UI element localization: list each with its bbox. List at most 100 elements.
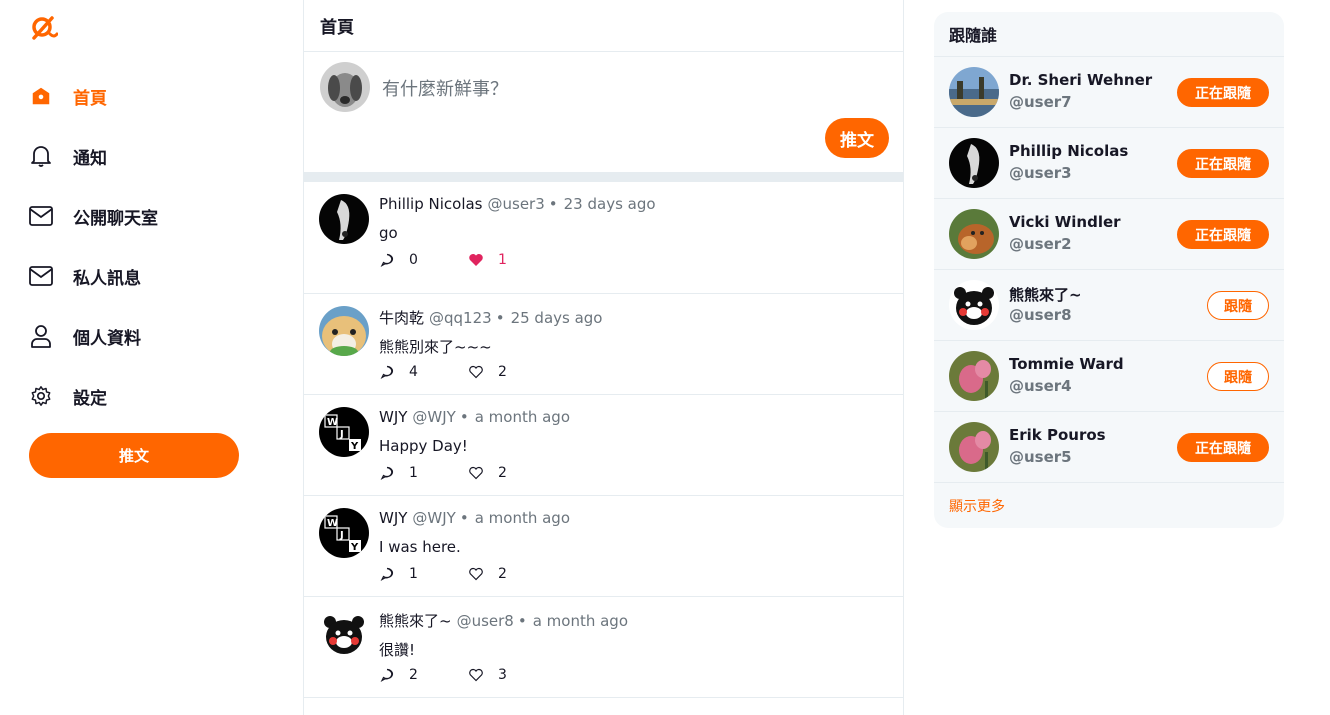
- separator-dot: •: [495, 309, 505, 327]
- tweet-timestamp: 23 days ago: [563, 195, 656, 213]
- tweet-timestamp: a month ago: [474, 408, 571, 426]
- reply-button[interactable]: 2: [379, 667, 468, 683]
- follow-user-name[interactable]: Erik Pouros: [1009, 426, 1106, 444]
- avatar[interactable]: [949, 422, 999, 472]
- nav-private-messages[interactable]: 私人訊息: [29, 261, 141, 291]
- tweet-author-handle[interactable]: @WJY: [412, 509, 455, 527]
- tweet-item[interactable]: WJY WJY @WJY • a month ago Happy Day! 1 …: [304, 395, 903, 496]
- tweet-meta: 熊熊來了~ @user8 • a month ago: [379, 610, 628, 631]
- separator-dot: •: [459, 509, 469, 527]
- tweet-button[interactable]: 推文: [29, 433, 239, 478]
- avatar[interactable]: WJY: [319, 407, 369, 457]
- reply-button[interactable]: 1: [379, 566, 468, 582]
- like-button[interactable]: 1: [468, 252, 507, 268]
- avatar[interactable]: [949, 138, 999, 188]
- follow-user-name[interactable]: Vicki Windler: [1009, 213, 1121, 231]
- avatar[interactable]: WJY: [319, 508, 369, 558]
- section-divider: [304, 172, 903, 182]
- reply-button[interactable]: 0: [379, 252, 468, 268]
- follow-user-handle[interactable]: @user7: [1009, 93, 1072, 111]
- tweet-actions: 1 2: [379, 465, 507, 481]
- avatar[interactable]: [949, 67, 999, 117]
- reply-count: 0: [409, 252, 418, 268]
- tweet-author-name[interactable]: WJY: [379, 408, 407, 426]
- reply-button[interactable]: 4: [379, 364, 468, 380]
- user-icon: [29, 324, 53, 348]
- tweet-author-name[interactable]: 熊熊來了~: [379, 610, 452, 631]
- tweet-author-handle[interactable]: @user8: [457, 612, 514, 630]
- follow-user-handle[interactable]: @user2: [1009, 235, 1072, 253]
- reply-icon: [379, 465, 395, 481]
- alpha-logo-icon[interactable]: [30, 12, 59, 40]
- follow-user-name[interactable]: Phillip Nicolas: [1009, 142, 1128, 160]
- avatar[interactable]: [319, 306, 369, 356]
- following-button[interactable]: 正在跟隨: [1177, 78, 1269, 107]
- tweet-meta: WJY @WJY • a month ago: [379, 509, 570, 527]
- avatar[interactable]: [319, 194, 369, 244]
- tweet-meta: Phillip Nicolas @user3 • 23 days ago: [379, 195, 656, 213]
- follow-suggestion[interactable]: Vicki Windler @user2 正在跟隨: [934, 199, 1284, 270]
- tweet-item[interactable]: 牛肉乾 @qq123 • 25 days ago 熊熊別來了~~~ 4 2: [304, 294, 903, 395]
- show-more-link[interactable]: 顯示更多: [949, 496, 1005, 516]
- follow-suggestion[interactable]: Tommie Ward @user4 跟隨: [934, 341, 1284, 412]
- follow-button[interactable]: 跟隨: [1207, 291, 1269, 320]
- follow-suggestion[interactable]: 熊熊來了~ @user8 跟隨: [934, 270, 1284, 341]
- avatar[interactable]: [949, 351, 999, 401]
- nav-public-chat[interactable]: 公開聊天室: [29, 201, 158, 231]
- follow-user-handle[interactable]: @user5: [1009, 448, 1072, 466]
- tweet-item[interactable]: 熊熊來了~ @user8 • a month ago 很讚! 2 3: [304, 597, 903, 698]
- avatar[interactable]: [949, 209, 999, 259]
- tweet-author-handle[interactable]: @qq123: [429, 309, 492, 327]
- reply-button[interactable]: 1: [379, 465, 468, 481]
- tweet-author-name[interactable]: WJY: [379, 509, 407, 527]
- follow-suggestion[interactable]: Dr. Sheri Wehner @user7 正在跟隨: [934, 57, 1284, 128]
- nav-profile[interactable]: 個人資料: [29, 321, 141, 351]
- like-count: 3: [498, 667, 507, 683]
- avatar[interactable]: [319, 609, 369, 659]
- nav-notifications[interactable]: 通知: [29, 141, 107, 171]
- following-button[interactable]: 正在跟隨: [1177, 149, 1269, 178]
- follow-user-name[interactable]: 熊熊來了~: [1009, 284, 1082, 305]
- tweet-item[interactable]: Phillip Nicolas @user3 • 23 days ago go …: [304, 182, 903, 294]
- follow-suggestion[interactable]: Phillip Nicolas @user3 正在跟隨: [934, 128, 1284, 199]
- tweet-text: I was here.: [379, 538, 461, 556]
- tweet-timestamp: a month ago: [474, 509, 571, 527]
- avatar[interactable]: [949, 280, 999, 330]
- like-button[interactable]: 2: [468, 566, 507, 582]
- tweet-actions: 0 1: [379, 252, 507, 268]
- svg-text:Y: Y: [350, 542, 359, 553]
- nav-label: 設定: [73, 388, 107, 409]
- like-button[interactable]: 3: [468, 667, 507, 683]
- nav-settings[interactable]: 設定: [29, 381, 107, 411]
- compose-input[interactable]: [382, 74, 862, 104]
- follow-user-handle[interactable]: @user4: [1009, 377, 1072, 395]
- tweet-text: Happy Day!: [379, 437, 468, 455]
- avatar[interactable]: [320, 62, 370, 112]
- compose-tweet-button[interactable]: 推文: [825, 118, 889, 158]
- tweet-actions: 2 3: [379, 667, 507, 683]
- following-button[interactable]: 正在跟隨: [1177, 220, 1269, 249]
- follow-user-name[interactable]: Dr. Sheri Wehner: [1009, 71, 1152, 89]
- following-button[interactable]: 正在跟隨: [1177, 433, 1269, 462]
- mail-icon: [29, 264, 53, 288]
- follow-suggestion[interactable]: Erik Pouros @user5 正在跟隨: [934, 412, 1284, 483]
- tweet-author-name[interactable]: Phillip Nicolas: [379, 195, 483, 213]
- tweet-actions: 4 2: [379, 364, 507, 380]
- nav-label: 首頁: [73, 88, 107, 109]
- tweet-author-name[interactable]: 牛肉乾: [379, 307, 424, 328]
- nav-label: 私人訊息: [73, 268, 141, 289]
- follow-user-name[interactable]: Tommie Ward: [1009, 355, 1124, 373]
- tweet-author-handle[interactable]: @user3: [488, 195, 545, 213]
- tweet-item[interactable]: WJY WJY @WJY • a month ago I was here. 1…: [304, 496, 903, 597]
- tweet-author-handle[interactable]: @WJY: [412, 408, 455, 426]
- like-button[interactable]: 2: [468, 364, 507, 380]
- follow-user-handle[interactable]: @user3: [1009, 164, 1072, 182]
- follow-button[interactable]: 跟隨: [1207, 362, 1269, 391]
- heart-icon: [468, 465, 484, 481]
- tweet-text: go: [379, 224, 398, 242]
- panel-title: 跟隨誰: [934, 12, 1284, 57]
- nav-home[interactable]: 首頁: [29, 81, 107, 111]
- nav-label: 通知: [73, 148, 107, 169]
- like-button[interactable]: 2: [468, 465, 507, 481]
- follow-user-handle[interactable]: @user8: [1009, 306, 1072, 324]
